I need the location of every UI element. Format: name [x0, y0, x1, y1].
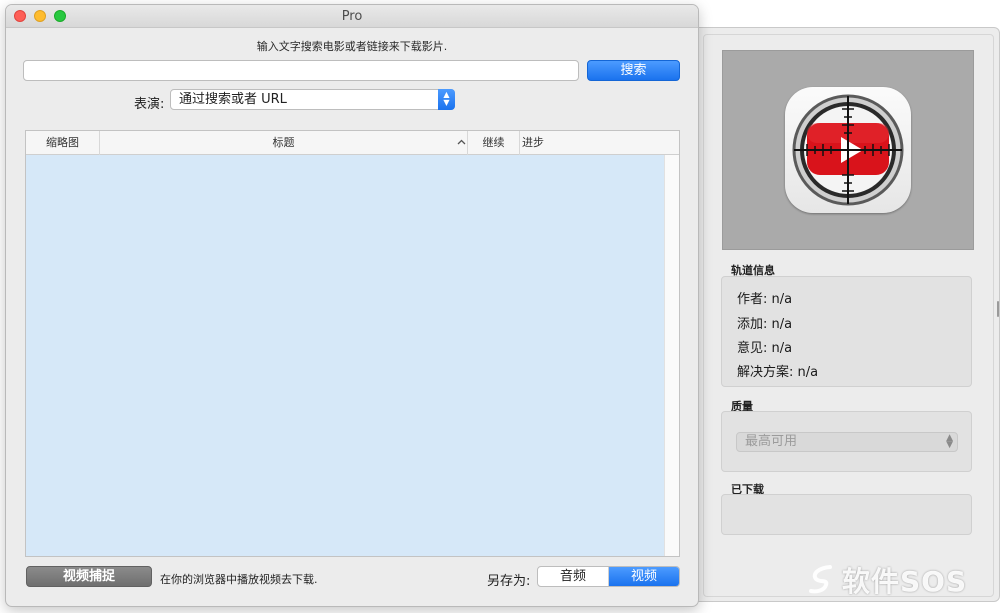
drawer-resize-handle[interactable]: [997, 301, 999, 317]
search-input[interactable]: [23, 60, 579, 81]
save-format-segmented[interactable]: 音频 视频: [537, 566, 680, 587]
column-header-progress[interactable]: 进步: [520, 131, 663, 155]
column-header-thumbnail[interactable]: 缩略图: [26, 131, 100, 155]
info-added: 添加: n/a: [737, 317, 793, 332]
video-capture-button[interactable]: 视频捕捉: [26, 566, 152, 587]
downloaded-box: [721, 494, 972, 535]
table-header: 缩略图 标题 继续 进步: [26, 131, 679, 155]
watermark-text: 软件SOS: [842, 565, 968, 598]
save-as-audio-option[interactable]: 音频: [538, 567, 609, 586]
app-crosshair-icon: [785, 87, 911, 213]
capture-hint: 在你的浏览器中播放视频去下载.: [160, 573, 318, 586]
download-table[interactable]: 缩略图 标题 继续 进步: [25, 130, 680, 557]
info-resolution: 解决方案: n/a: [737, 365, 819, 380]
sort-ascending-icon: [457, 139, 466, 145]
info-comments: 意见: n/a: [737, 341, 793, 356]
save-as-label: 另存为:: [487, 574, 531, 589]
show-mode-select[interactable]: 通过搜索或者 URL ▲ ▼: [170, 89, 455, 110]
select-arrows-icon: ▲ ▼: [438, 89, 455, 110]
select-arrows-icon: ▲ ▼: [946, 433, 953, 450]
save-as-video-option[interactable]: 视频: [609, 567, 679, 586]
quality-select[interactable]: 最高可用 ▲ ▼: [736, 432, 958, 452]
column-header-resume[interactable]: 继续: [468, 131, 520, 155]
show-label: 表演:: [134, 97, 165, 112]
title-bar[interactable]: Pro: [6, 5, 698, 28]
table-scrollbar[interactable]: [664, 155, 679, 556]
search-instruction: 输入文字搜索电影或者链接来下载影片.: [256, 40, 448, 53]
screen: 轨道信息 作者: n/a 添加: n/a 意见: n/a 解决方案: n/a 质…: [0, 0, 1007, 613]
watermark: 软件SOS: [808, 560, 967, 600]
track-info-box: 作者: n/a 添加: n/a 意见: n/a 解决方案: n/a: [721, 276, 972, 387]
main-window: Pro 输入文字搜索电影或者链接来下载影片. 搜索 表演: 通过搜索或者 URL…: [5, 4, 699, 607]
window-title: Pro: [341, 9, 363, 24]
column-header-title[interactable]: 标题: [100, 131, 468, 155]
thumbnail-well: [722, 50, 974, 250]
show-mode-value: 通过搜索或者 URL: [179, 92, 287, 107]
info-author: 作者: n/a: [737, 292, 793, 307]
search-button[interactable]: 搜索: [587, 60, 680, 81]
watermark-logo-icon: [809, 565, 832, 594]
quality-box: 最高可用 ▲ ▼: [721, 411, 972, 472]
quality-selected-value: 最高可用: [745, 434, 798, 449]
